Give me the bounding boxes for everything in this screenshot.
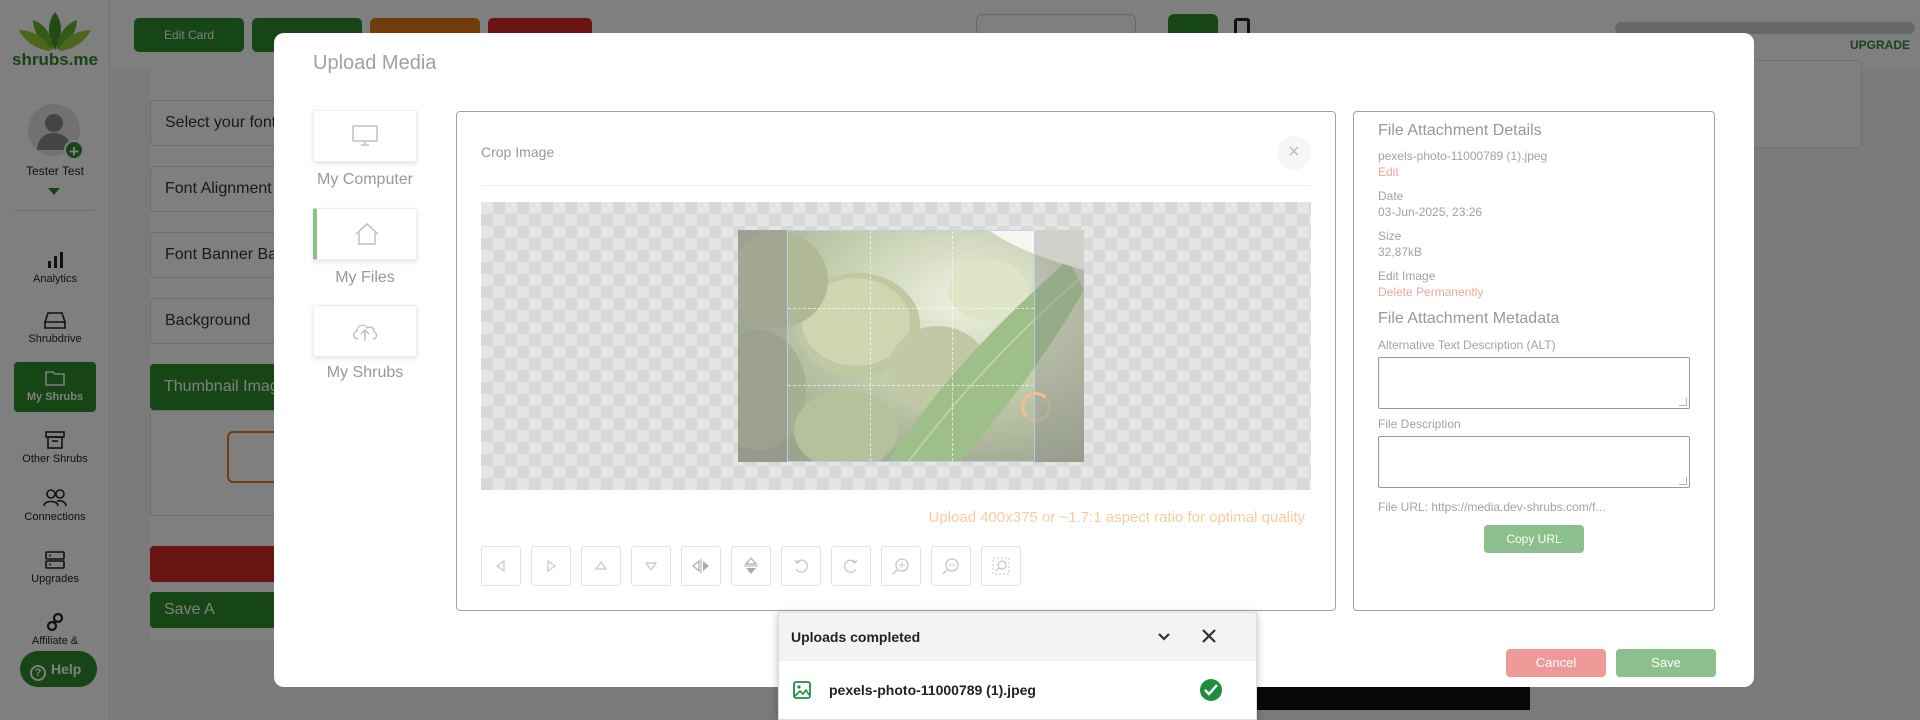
modal-busy-overlay <box>274 33 1754 687</box>
upload-success-icon <box>1200 679 1222 701</box>
uploads-panel: Uploads completed pexels-photo-11000789 … <box>778 612 1257 720</box>
close-icon[interactable] <box>1200 627 1218 645</box>
upload-media-modal: Upload Media My Computer My Files My Shr… <box>274 33 1754 687</box>
uploads-header: Uploads completed <box>779 613 1256 661</box>
uploads-title: Uploads completed <box>791 629 921 645</box>
chevron-down-icon[interactable] <box>1156 629 1172 645</box>
uploaded-file-name[interactable]: pexels-photo-11000789 (1).jpeg <box>829 682 1036 698</box>
image-file-icon <box>793 681 811 699</box>
